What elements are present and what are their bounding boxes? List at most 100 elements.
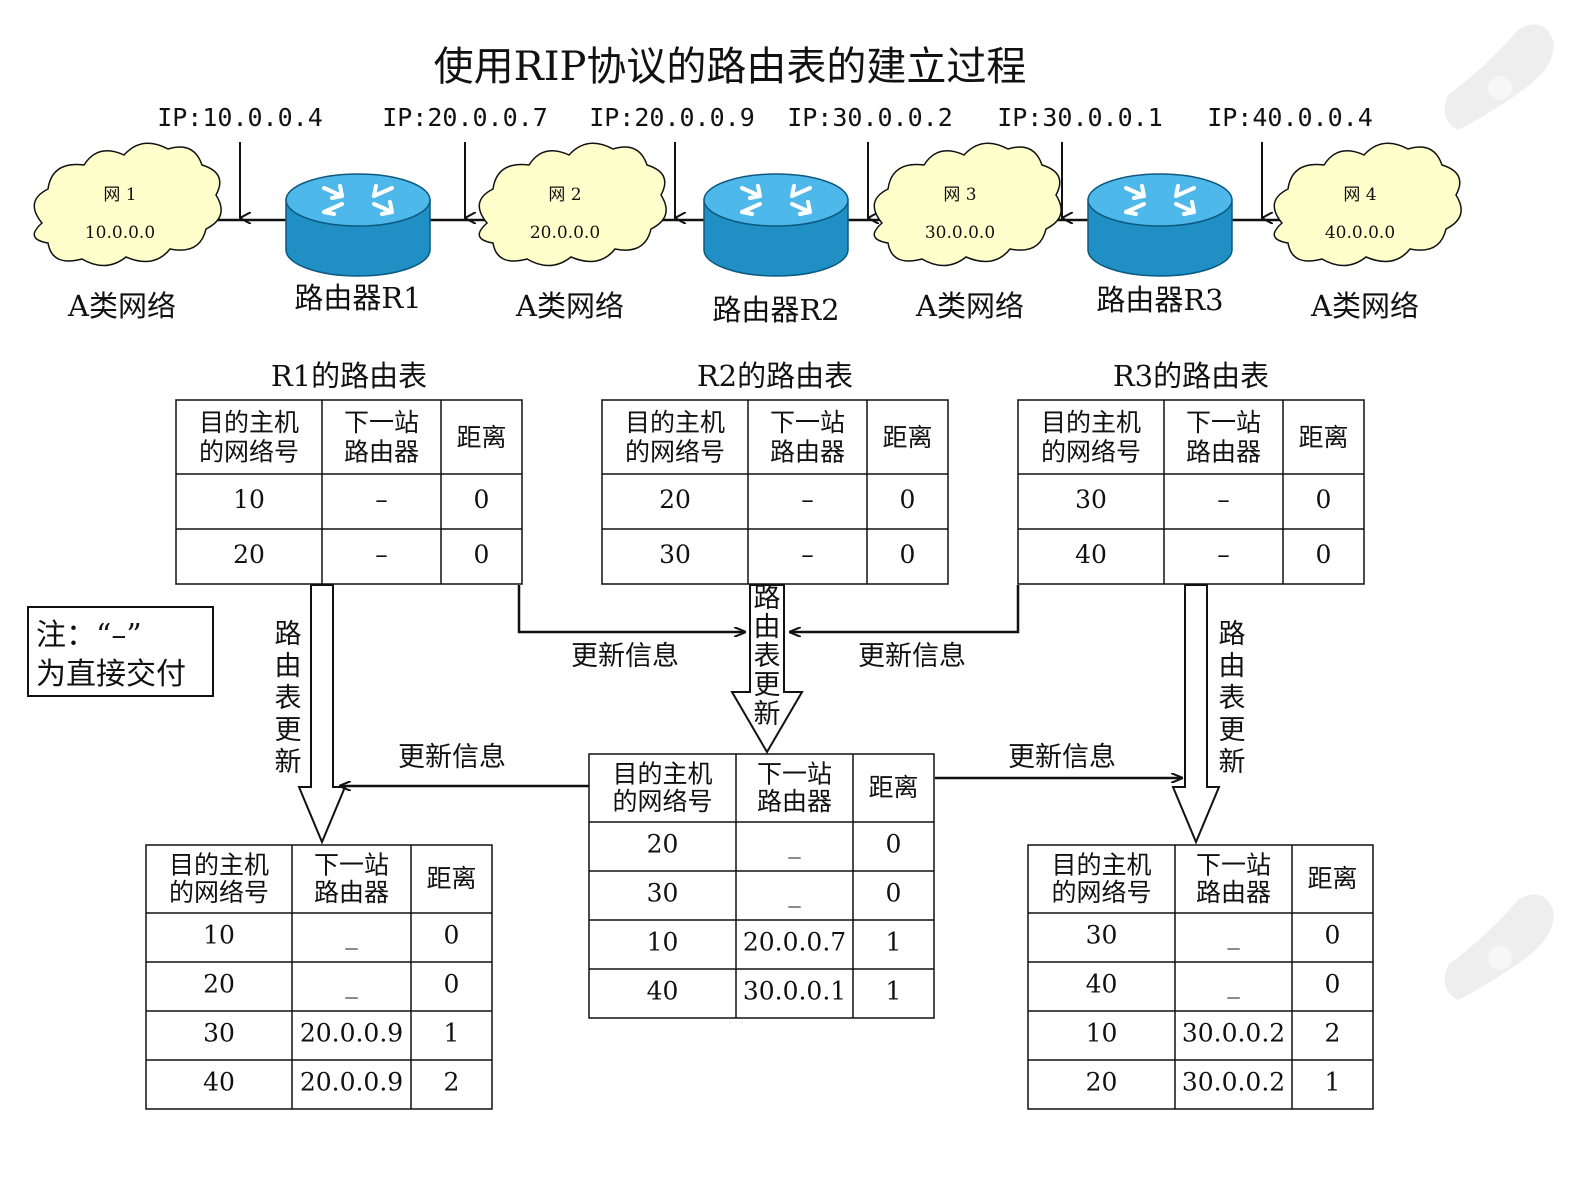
router-top	[703, 173, 849, 227]
routing-table: 目的主机的网络号 下一站路由器 距离 30 _ 0 40 _ 0 10 30.0.0.2 2 20 30.…	[1027, 844, 1374, 1110]
table-title: R3的路由表	[1113, 359, 1269, 393]
route-update-char: 新	[1219, 747, 1246, 778]
cell-distance: 1	[886, 976, 902, 1005]
cell-dest: 40	[647, 976, 679, 1005]
cell-distance: 0	[474, 540, 490, 569]
ip-label: IP:20.0.0.9	[589, 103, 755, 132]
note-box: 注：“–” 为直接交付	[27, 606, 214, 697]
cell-next: –	[1217, 485, 1230, 514]
cell-dest: 10	[1086, 1018, 1118, 1047]
cell-dest: 30	[1075, 485, 1107, 514]
cloud-address: 20.0.0.0	[530, 223, 600, 243]
watermark-icon	[1444, 24, 1554, 130]
cell-next: –	[801, 540, 814, 569]
header-dest: 目的主机	[199, 408, 299, 437]
header-next: 下一站	[1186, 408, 1261, 437]
header-next: 下一站	[314, 851, 389, 880]
cell-next: _	[788, 878, 801, 907]
cell-next: –	[375, 540, 388, 569]
network-type-label: A类网络	[915, 289, 1024, 323]
cell-next: _	[345, 969, 358, 998]
cloud-name: 网 2	[548, 185, 581, 205]
route-update-char: 由	[754, 612, 781, 643]
route-update-char: 由	[275, 651, 302, 682]
diagram-title: 使用RIP协议的路由表的建立过程	[434, 44, 1027, 90]
cell-dest: 30	[1086, 920, 1118, 949]
network-type-label: A类网络	[515, 289, 624, 323]
routing-table: R2的路由表目的主机的网络号 下一站路由器 距离 20 – 0 30 – 0	[601, 359, 949, 585]
network-type-label: A类网络	[67, 289, 176, 323]
cell-distance: 0	[1316, 485, 1332, 514]
cell-next: 30.0.0.2	[1182, 1018, 1285, 1047]
header-dest: 目的主机	[1041, 408, 1141, 437]
route-update-char: 路	[1219, 619, 1246, 650]
ip-label: IP:10.0.0.4	[157, 103, 323, 132]
cell-distance: 0	[886, 829, 902, 858]
header-next: 路由器	[344, 438, 419, 467]
cell-dest: 20	[233, 540, 265, 569]
header-dest: 目的主机	[169, 851, 269, 880]
header-dest: 目的主机	[1051, 851, 1151, 880]
cell-distance: 0	[900, 485, 916, 514]
update-info-label: 更新信息	[571, 641, 679, 672]
route-update-char: 更	[1219, 715, 1246, 746]
header-dest: 的网络号	[625, 438, 725, 467]
cloud-name: 网 1	[103, 185, 136, 205]
cell-distance: 0	[444, 969, 460, 998]
routers: 路由器R1 路由器R2 路由器R3	[285, 173, 1233, 327]
cell-dest: 30	[647, 878, 679, 907]
ip-label: IP:30.0.0.2	[787, 103, 953, 132]
header-dest: 的网络号	[612, 787, 712, 816]
header-dest: 的网络号	[1051, 878, 1151, 907]
route-update-char: 新	[275, 747, 302, 778]
routing-table: R3的路由表目的主机的网络号 下一站路由器 距离 30 – 0 40 – 0	[1017, 359, 1365, 585]
cell-dest: 30	[203, 1018, 235, 1047]
watermark-icon	[1444, 894, 1554, 1000]
router-label: 路由器R3	[1096, 283, 1223, 317]
cell-dest: 20	[203, 969, 235, 998]
header-next: 下一站	[757, 760, 832, 789]
cell-next: 20.0.0.9	[300, 1067, 403, 1096]
cell-distance: 0	[886, 878, 902, 907]
ip-label: IP:40.0.0.4	[1207, 103, 1373, 132]
table-title: R2的路由表	[697, 359, 853, 393]
route-update-char: 更	[275, 715, 302, 746]
header-distance: 距离	[1307, 864, 1357, 893]
update-info-label: 更新信息	[1008, 742, 1116, 773]
header-distance: 距离	[456, 423, 506, 452]
update-info-arrow	[517, 585, 745, 632]
update-info-label: 更新信息	[398, 742, 506, 773]
routing-table: 目的主机的网络号 下一站路由器 距离 20 _ 0 30 _ 0 10 20.0.0.7 1 40 30.…	[588, 753, 935, 1019]
cell-next: _	[1227, 969, 1240, 998]
diagram-stage: 使用RIP协议的路由表的建立过程 IP:10.0.0.4 IP:20.0.0.7 I…	[0, 0, 1596, 1204]
header-distance: 距离	[426, 864, 476, 893]
route-update-char: 更	[754, 670, 781, 701]
header-distance: 距离	[1298, 423, 1348, 452]
route-update-char: 路	[275, 619, 302, 650]
table-title: R1的路由表	[271, 359, 427, 393]
cloud-name: 网 4	[1343, 185, 1376, 205]
cell-distance: 1	[1325, 1067, 1341, 1096]
cell-distance: 1	[886, 927, 902, 956]
header-dest: 目的主机	[625, 408, 725, 437]
cell-dest: 20	[1086, 1067, 1118, 1096]
cloud-name: 网 3	[943, 185, 976, 205]
route-update-char: 表	[1219, 683, 1246, 714]
cell-next: _	[788, 829, 801, 858]
route-update-char: 由	[1219, 651, 1246, 682]
router-label: 路由器R1	[294, 281, 421, 315]
header-distance: 距离	[882, 423, 932, 452]
cell-next: _	[1227, 920, 1240, 949]
ip-label: IP:20.0.0.7	[382, 103, 548, 132]
update-info-label: 更新信息	[858, 641, 966, 672]
header-distance: 距离	[868, 773, 918, 802]
cell-dest: 10	[647, 927, 679, 956]
header-next: 路由器	[770, 438, 845, 467]
cell-next: –	[375, 485, 388, 514]
cloud-address: 30.0.0.0	[925, 223, 995, 243]
cell-distance: 0	[1316, 540, 1332, 569]
cell-dest: 20	[659, 485, 691, 514]
cell-next: 20.0.0.7	[743, 927, 846, 956]
note-line-1: 注：“–”	[36, 618, 142, 653]
network-type-label: A类网络	[1310, 289, 1419, 323]
